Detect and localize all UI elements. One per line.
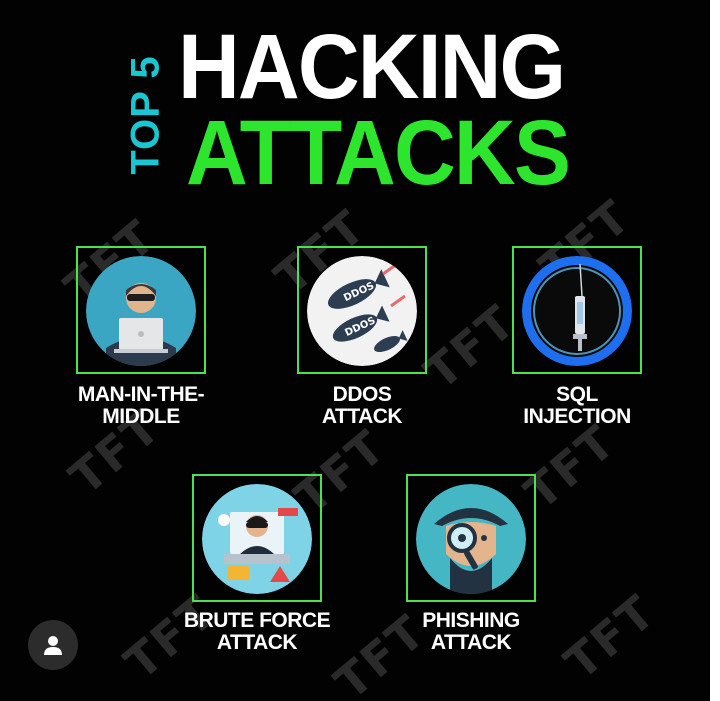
infographic-poster: TFT TFT TFT TFT TFT TFT TFT TFT TFT TFT …: [0, 0, 710, 701]
attack-tile-phishing: [406, 474, 536, 602]
title-hacking: HACKING: [178, 16, 566, 118]
attack-tile-ddos: DDOS DDOS: [297, 246, 427, 374]
title-attacks: ATTACKS: [186, 102, 571, 204]
attack-label-brute-force: BRUTE FORCE ATTACK: [183, 609, 331, 654]
hacker-laptop-icon: [86, 256, 196, 366]
attack-label-man-in-the-middle: MAN-IN-THE- MIDDLE: [77, 383, 205, 428]
title-side-text: TOP 5: [118, 40, 174, 190]
person-icon: [44, 636, 62, 655]
attack-label-ddos: DDOS ATTACK: [321, 383, 403, 428]
detective-magnifier-icon: [416, 484, 526, 594]
syringe-icon: [522, 256, 632, 366]
burglar-computer-icon: [202, 484, 312, 594]
attack-label-sql-injection: SQL INJECTION: [523, 383, 631, 428]
ddos-bombs-icon: DDOS DDOS: [307, 256, 417, 366]
attack-tile-man-in-the-middle: [76, 246, 206, 374]
attack-tile-brute-force: [192, 474, 322, 602]
attack-tile-sql-injection: [512, 246, 642, 374]
attack-label-phishing: PHISHING ATTACK: [422, 609, 520, 654]
profile-avatar-button[interactable]: [28, 620, 78, 670]
watermark: TFT: [554, 584, 666, 690]
top-5-label: TOP 5: [123, 55, 168, 175]
